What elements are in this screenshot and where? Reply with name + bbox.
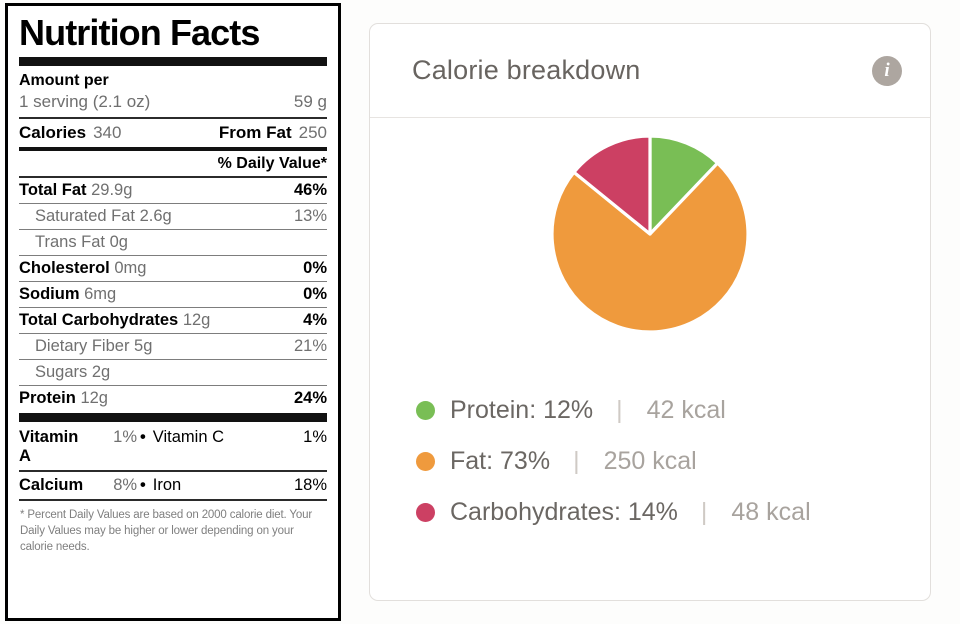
nutrient-name: Protein 12g <box>19 388 108 407</box>
legend-kcal-value: 48 kcal <box>731 498 811 526</box>
nutrition-facts-title: Nutrition Facts <box>19 12 260 53</box>
legend-item[interactable]: Carbohydrates: 14% | 48 kcal <box>416 498 811 527</box>
legend-label-percent: Protein: 12% <box>450 396 594 424</box>
divider-thick-vitamins <box>19 412 327 422</box>
amount-per-label: Amount per <box>19 72 109 89</box>
nutrient-name: Total Carbohydrates 12g <box>19 310 211 329</box>
calorie-breakdown-body: Protein: 12% | 42 kcal Fat: 73% | 250 kcal Car… <box>370 118 930 600</box>
vitamin-percent: 18% <box>293 475 327 494</box>
info-icon[interactable]: i <box>872 55 902 86</box>
nutrient-daily-value: 24% <box>293 388 327 407</box>
nutrient-amount: 6mg <box>84 284 117 303</box>
info-icon-glyph: i <box>884 60 890 81</box>
nutrient-name: Saturated Fat 2.6g <box>35 206 172 225</box>
nutrient-name: Cholesterol 0mg <box>19 258 147 277</box>
pie-chart-wrapper <box>370 134 930 334</box>
legend-kcal-value: 42 kcal <box>646 396 726 424</box>
legend-color-dot <box>416 452 435 471</box>
nutrient-amount: 2g <box>91 362 111 381</box>
legend-label-percent: Carbohydrates: 14% <box>450 498 678 526</box>
vitamin-separator: • <box>140 427 146 446</box>
calorie-breakdown-title: Calorie breakdown <box>412 55 641 85</box>
legend-color-dot <box>416 401 435 420</box>
vitamin-name: Iron <box>152 475 182 494</box>
nutrient-row: Cholesterol 0mg 0% <box>19 256 327 281</box>
vitamin-name: Vitamin C <box>152 427 225 446</box>
calories-label: Calories <box>19 123 87 142</box>
nutrient-row: Saturated Fat 2.6g 13% <box>19 204 327 229</box>
nutrient-name: Sugars 2g <box>35 362 111 381</box>
vitamin-separator: • <box>140 475 146 494</box>
nutrient-amount: 0g <box>109 232 128 251</box>
nutrient-daily-value: 0% <box>303 258 327 277</box>
nutrient-amount: 12g <box>80 388 108 407</box>
nutrient-daily-value: 21% <box>293 336 327 355</box>
calorie-breakdown-header: Calorie breakdown i <box>370 24 930 118</box>
nutrient-amount: 12g <box>182 310 211 329</box>
calorie-breakdown-card: Calorie breakdown i Protein: 12% | 42 kcal… <box>369 23 931 601</box>
nutrient-row: Trans Fat 0g <box>19 230 327 255</box>
vitamin-percent: 8% <box>113 475 138 494</box>
legend-color-dot <box>416 503 435 522</box>
nutrient-row: Dietary Fiber 5g 21% <box>19 334 327 359</box>
nutrient-name: Sodium 6mg <box>19 284 117 303</box>
daily-value-header: % Daily Value* <box>217 155 327 172</box>
nutrient-row: Total Fat 29.9g 46% <box>19 178 327 203</box>
vitamin-percent: 1% <box>113 427 137 446</box>
nutrient-amount: 0mg <box>114 258 147 277</box>
nutrient-row: Sodium 6mg 0% <box>19 282 327 307</box>
serving-size-text: 1 serving (2.1 oz) <box>19 92 151 111</box>
vitamin-row: Calcium 8% • Iron 18% <box>19 472 327 499</box>
legend-separator: | <box>616 396 623 424</box>
nutrient-amount: 2.6g <box>139 206 172 225</box>
calorie-pie-chart[interactable] <box>550 134 750 334</box>
nutrient-daily-value: 46% <box>293 181 327 199</box>
vitamin-name: Vitamin A <box>19 427 79 465</box>
nutrient-daily-value: 4% <box>303 310 327 329</box>
legend-separator: | <box>573 447 580 475</box>
daily-value-footnote: * Percent Daily Values are based on 2000… <box>20 508 313 554</box>
nutrient-name: Trans Fat 0g <box>35 232 128 251</box>
nutrient-daily-value: 0% <box>303 284 327 303</box>
screenshot-root: Nutrition Facts Amount per 1 serving (2.… <box>0 0 960 624</box>
nutrient-amount: 29.9g <box>91 181 133 199</box>
from-fat-value: 250 <box>298 123 327 142</box>
nutrient-daily-value: 13% <box>293 206 327 225</box>
serving-weight-value: 59 g <box>293 92 327 111</box>
nutrient-name: Dietary Fiber 5g <box>35 336 153 355</box>
legend-separator: | <box>700 498 708 526</box>
nutrient-amount: 5g <box>134 336 153 355</box>
nutrient-name: Total Fat 29.9g <box>19 181 133 199</box>
nutrient-row: Sugars 2g <box>19 360 327 385</box>
vitamin-row: Vitamin A 1% • Vitamin C 1% <box>19 424 327 470</box>
serving-size-row: 1 serving (2.1 oz) 59 g <box>19 91 327 117</box>
divider-thick-top <box>19 57 327 66</box>
vitamin-rows-container: Vitamin A 1% • Vitamin C 1% Calcium 8% • Iron 18% <box>19 424 327 499</box>
nutrient-row: Protein 12g 24% <box>19 386 327 411</box>
vitamin-percent: 1% <box>303 427 327 446</box>
calorie-legend: Protein: 12% | 42 kcal Fat: 73% | 250 kcal Car… <box>416 396 811 527</box>
from-fat-label: From Fat <box>218 123 292 142</box>
calories-row: Calories 340 From Fat 250 <box>19 119 327 147</box>
nutrition-facts-label: Nutrition Facts Amount per 1 serving (2.… <box>5 3 341 621</box>
vitamin-name: Calcium <box>19 475 84 494</box>
legend-item[interactable]: Fat: 73% | 250 kcal <box>416 447 811 476</box>
legend-kcal-value: 250 kcal <box>603 447 697 475</box>
nutrient-rows-container: Total Fat 29.9g 46% Saturated Fat 2.6g 13% T… <box>19 178 327 411</box>
legend-label-percent: Fat: 73% <box>450 447 551 475</box>
legend-item[interactable]: Protein: 12% | 42 kcal <box>416 396 811 425</box>
calories-value: 340 <box>93 123 122 142</box>
nutrient-row: Total Carbohydrates 12g 4% <box>19 308 327 333</box>
